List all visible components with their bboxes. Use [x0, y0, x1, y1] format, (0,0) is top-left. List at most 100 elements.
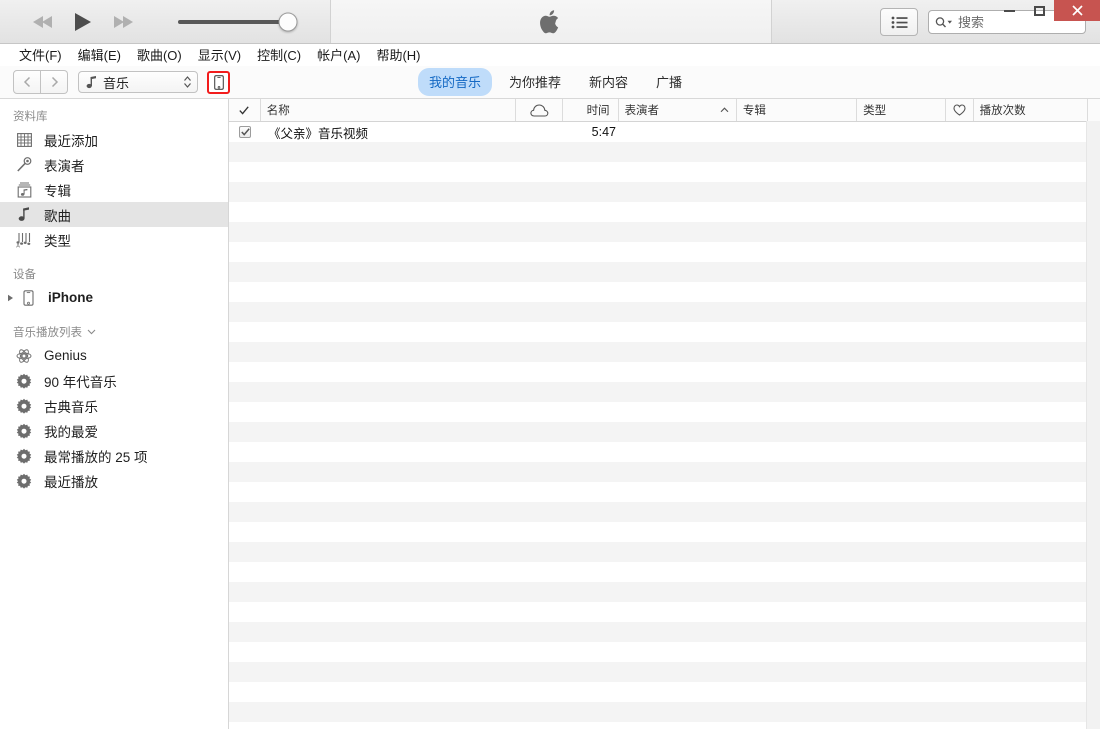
table-row[interactable] — [229, 642, 1100, 662]
column-header-album[interactable]: 专辑 — [737, 99, 858, 121]
table-row[interactable] — [229, 322, 1100, 342]
sidebar-item-label: 专辑 — [44, 183, 71, 199]
row-checkbox[interactable] — [239, 126, 251, 138]
table-row[interactable] — [229, 502, 1100, 522]
table-row[interactable] — [229, 582, 1100, 602]
sidebar-item-recently-added[interactable]: 最近添加 — [0, 127, 228, 152]
table-row[interactable] — [229, 682, 1100, 702]
titlebar-right: 搜索 — [880, 0, 1100, 44]
table-row[interactable] — [229, 202, 1100, 222]
sidebar-section-playlists[interactable]: 音乐播放列表 — [0, 310, 228, 343]
vertical-scrollbar[interactable] — [1086, 121, 1100, 729]
device-button[interactable] — [207, 70, 230, 94]
table-row[interactable] — [229, 482, 1100, 502]
maximize-button[interactable] — [1024, 0, 1054, 21]
music-note-icon — [86, 75, 97, 89]
menu-item-song[interactable]: 歌曲(O) — [129, 44, 190, 66]
table-row[interactable] — [229, 302, 1100, 322]
volume-slider-track[interactable] — [178, 12, 298, 32]
sidebar-item-recently-played[interactable]: 最近播放 — [0, 468, 228, 493]
forward-button[interactable] — [41, 70, 68, 94]
sidebar-item-artists[interactable]: 表演者 — [0, 152, 228, 177]
table-row[interactable] — [229, 402, 1100, 422]
column-header-name[interactable]: 名称 — [261, 99, 516, 121]
sidebar-item-classical-music[interactable]: 古典音乐 — [0, 393, 228, 418]
table-row[interactable] — [229, 182, 1100, 202]
sidebar-section-library: 资料库 — [0, 99, 228, 127]
table-row[interactable] — [229, 522, 1100, 542]
menu-item-controls[interactable]: 控制(C) — [249, 44, 309, 66]
navigation-bar: 音乐 我的音乐 为你推荐 新内容 广播 — [0, 66, 1100, 99]
column-header-plays-label: 播放次数 — [979, 105, 1026, 117]
sidebar-item-my-favorites[interactable]: 我的最爱 — [0, 418, 228, 443]
search-icon — [935, 16, 954, 29]
sidebar-item-genres[interactable]: A 类型 — [0, 227, 228, 252]
column-header-time[interactable]: 时间 — [563, 99, 619, 121]
table-row[interactable] — [229, 702, 1100, 722]
gear-icon — [13, 371, 35, 391]
table-row[interactable] — [229, 242, 1100, 262]
next-button[interactable] — [110, 9, 136, 35]
microphone-icon — [13, 155, 35, 175]
menu-item-view[interactable]: 显示(V) — [190, 44, 249, 66]
chevron-right-icon — [51, 76, 58, 88]
volume-slider-knob[interactable] — [278, 12, 298, 32]
table-row[interactable] — [229, 142, 1100, 162]
media-source-select[interactable]: 音乐 — [78, 71, 198, 93]
sidebar-item-label: 古典音乐 — [44, 399, 98, 415]
table-row[interactable] — [229, 342, 1100, 362]
sidebar-item-albums[interactable]: 专辑 — [0, 177, 228, 202]
table-row[interactable] — [229, 382, 1100, 402]
minimize-button[interactable] — [994, 0, 1024, 21]
row-checkbox-cell[interactable] — [229, 126, 261, 138]
sidebar: 资料库 最近添加 表演者 专辑 歌曲 A 类型 设备 iPhone 音乐播放列表… — [0, 99, 229, 729]
table-row[interactable] — [229, 222, 1100, 242]
table-row[interactable] — [229, 622, 1100, 642]
column-header-plays[interactable]: 播放次数 — [974, 99, 1089, 121]
table-row[interactable] — [229, 462, 1100, 482]
table-row[interactable]: 《父亲》音乐视频 5:47 — [229, 122, 1100, 142]
list-view-button[interactable] — [880, 8, 918, 36]
tab-for-you[interactable]: 为你推荐 — [498, 68, 572, 96]
tab-my-music[interactable]: 我的音乐 — [418, 68, 493, 96]
tab-radio[interactable]: 广播 — [645, 68, 693, 96]
sidebar-item-label: 类型 — [44, 233, 71, 249]
menu-item-edit[interactable]: 编辑(E) — [70, 44, 129, 66]
menu-item-account[interactable]: 帐户(A) — [309, 44, 368, 66]
table-row[interactable] — [229, 282, 1100, 302]
table-row[interactable] — [229, 422, 1100, 442]
column-header-cloud[interactable] — [516, 99, 564, 121]
iphone-icon — [17, 288, 39, 308]
sidebar-item-90s-music[interactable]: 90 年代音乐 — [0, 368, 228, 393]
column-header-artist[interactable]: 表演者 — [619, 99, 737, 121]
sidebar-item-most-played-25[interactable]: 最常播放的 25 项 — [0, 443, 228, 468]
sidebar-item-label: 我的最爱 — [44, 424, 98, 440]
disclosure-triangle-icon[interactable] — [3, 294, 17, 302]
close-button[interactable] — [1054, 0, 1100, 21]
table-row[interactable] — [229, 262, 1100, 282]
table-row[interactable] — [229, 362, 1100, 382]
menu-item-help[interactable]: 帮助(H) — [368, 44, 428, 66]
sidebar-item-songs[interactable]: 歌曲 — [0, 202, 228, 227]
column-header-genre[interactable]: 类型 — [857, 99, 946, 121]
menu-item-file[interactable]: 文件(F) — [11, 44, 70, 66]
list-icon — [891, 16, 907, 28]
sidebar-item-iphone[interactable]: iPhone — [0, 285, 228, 310]
column-header-checkbox[interactable] — [229, 99, 261, 121]
sidebar-item-genius[interactable]: Genius — [0, 343, 228, 368]
chevron-down-icon[interactable] — [87, 329, 96, 335]
table-row[interactable] — [229, 162, 1100, 182]
table-row[interactable] — [229, 602, 1100, 622]
column-header-love[interactable] — [946, 99, 974, 121]
previous-button[interactable] — [30, 9, 56, 35]
table-row[interactable] — [229, 442, 1100, 462]
table-row[interactable] — [229, 662, 1100, 682]
volume-control[interactable] — [178, 0, 298, 44]
svg-text:A: A — [16, 243, 20, 248]
play-button[interactable] — [70, 9, 96, 35]
table-row[interactable] — [229, 542, 1100, 562]
table-row[interactable] — [229, 562, 1100, 582]
back-button[interactable] — [13, 70, 41, 94]
tab-new[interactable]: 新内容 — [578, 68, 639, 96]
table-row[interactable] — [229, 722, 1100, 729]
